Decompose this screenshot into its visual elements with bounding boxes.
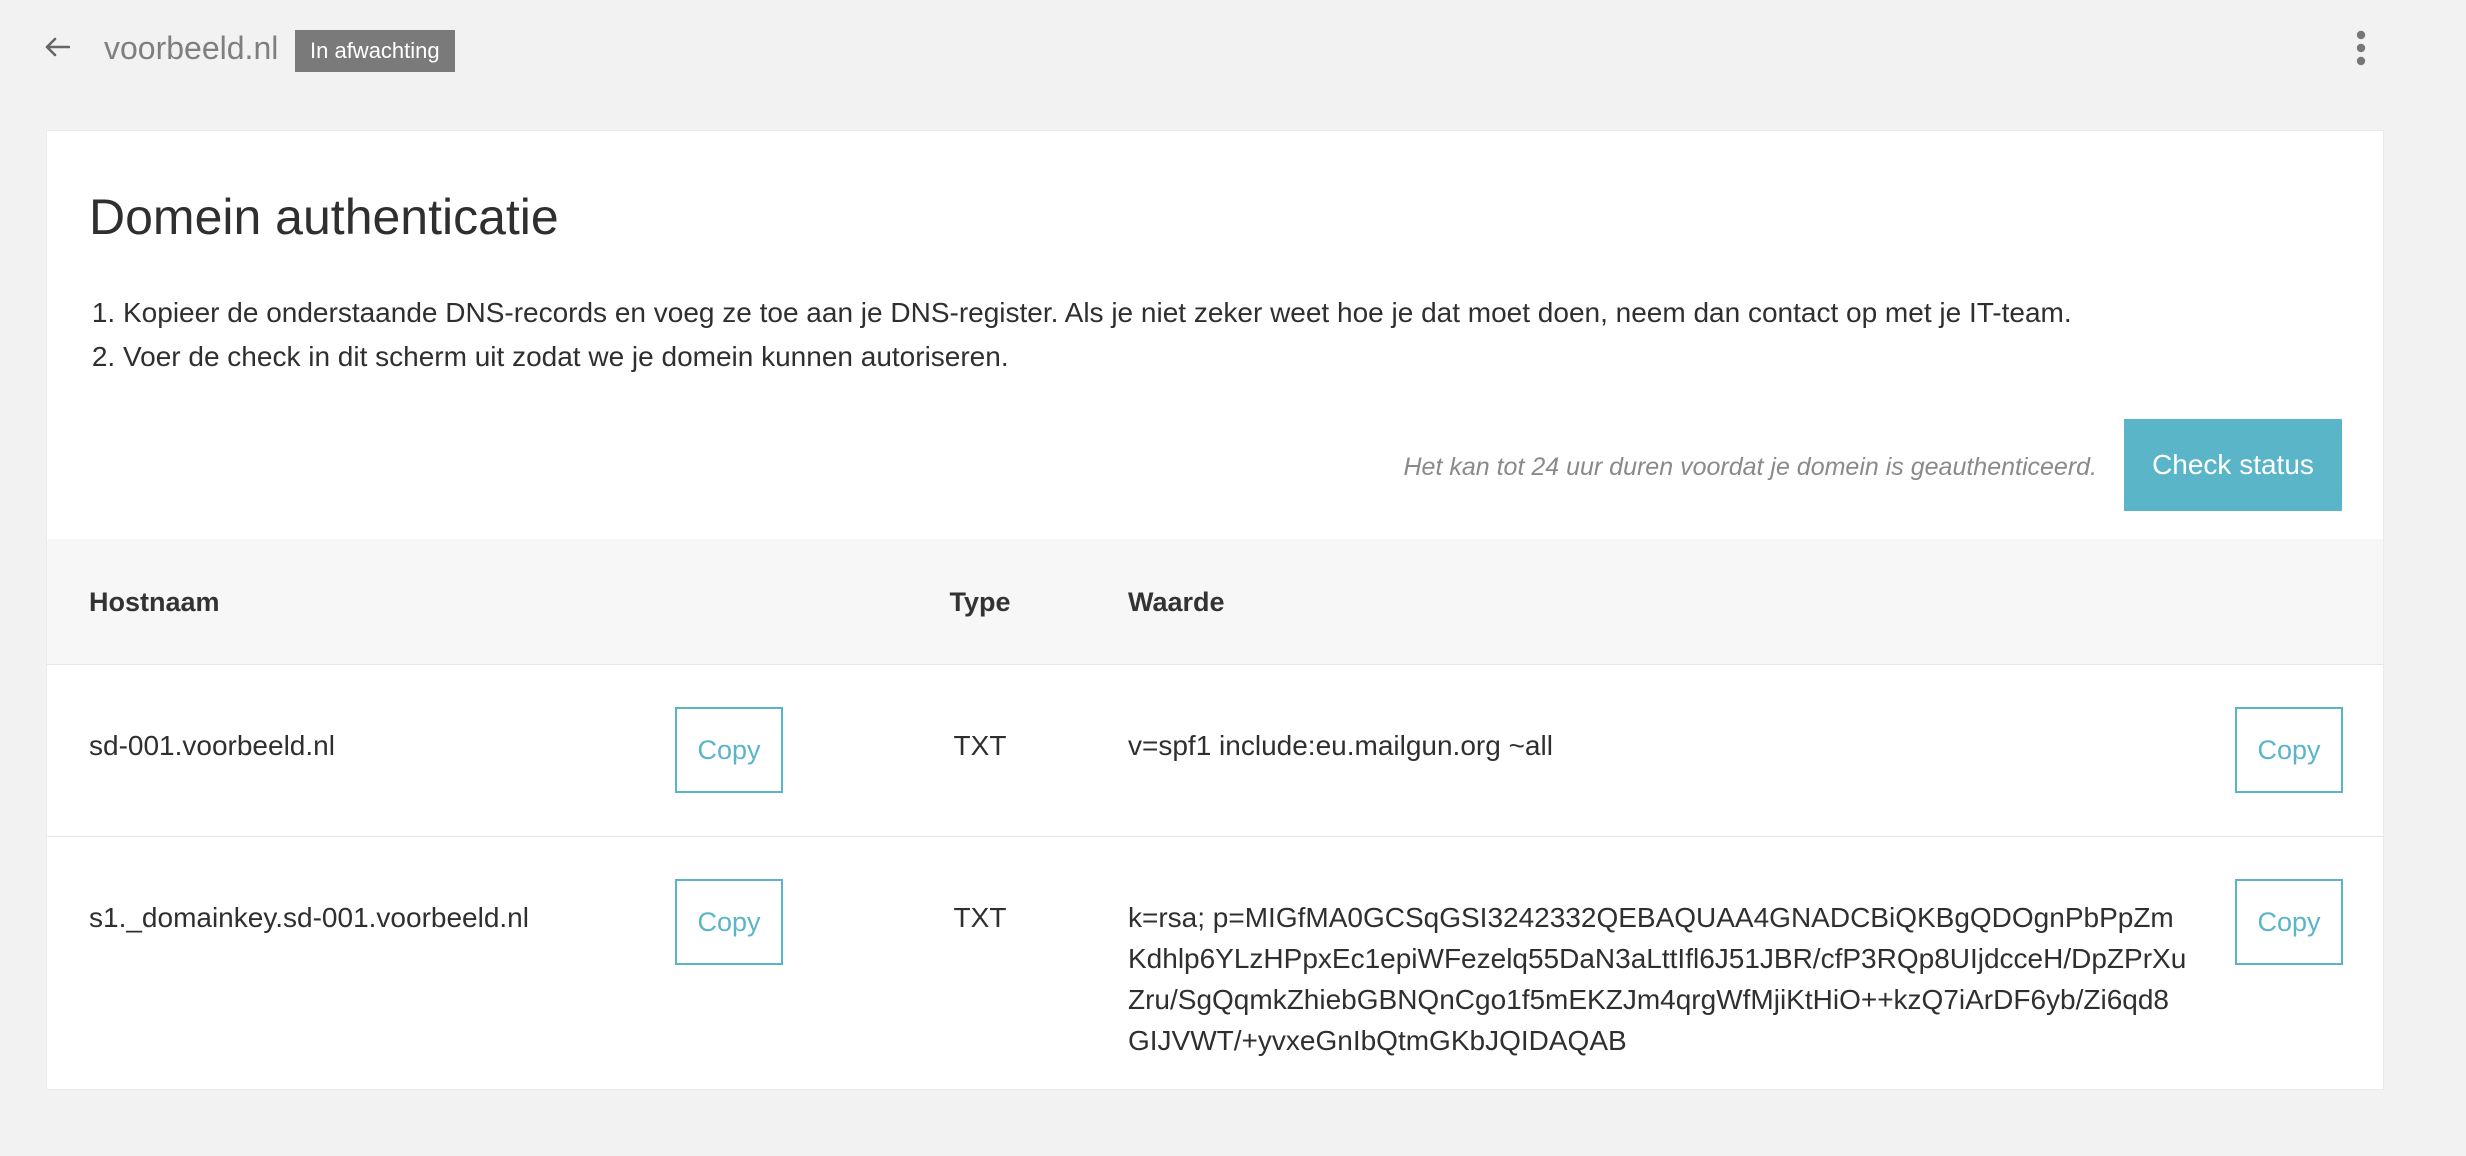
table-row: sd-001.voorbeeld.nl Copy TXT v=spf1 incl… <box>47 665 2383 837</box>
more-vertical-icon <box>2356 30 2366 71</box>
column-header-host: Hostnaam <box>89 587 220 617</box>
value-cell: k=rsa; p=MIGfMA0GCSqGSI3242332QEBAQUAA4G… <box>1128 902 2187 1056</box>
table-row: s1._domainkey.sd-001.voorbeeld.nl Copy T… <box>47 837 2383 1089</box>
check-status-button[interactable]: Check status <box>2124 419 2342 511</box>
back-button[interactable] <box>40 34 74 64</box>
copy-host-button[interactable]: Copy <box>675 879 783 965</box>
host-cell: s1._domainkey.sd-001.voorbeeld.nl <box>89 902 529 933</box>
host-cell: sd-001.voorbeeld.nl <box>89 730 335 761</box>
copy-host-button[interactable]: Copy <box>675 707 783 793</box>
page-title: Domein authenticatie <box>89 189 559 245</box>
domain-name: voorbeeld.nl <box>104 30 279 66</box>
dns-table-header: Hostnaam Type Waarde <box>47 539 2383 665</box>
copy-value-button[interactable]: Copy <box>2235 707 2343 793</box>
type-cell: TXT <box>953 902 1007 933</box>
instruction-step: Kopieer de onderstaande DNS-records en v… <box>123 291 2072 335</box>
copy-value-button[interactable]: Copy <box>2235 879 2343 965</box>
value-cell: v=spf1 include:eu.mailgun.org ~all <box>1128 730 1553 761</box>
instruction-step: Voer de check in dit scherm uit zodat we… <box>123 335 2072 379</box>
authentication-notice: Het kan tot 24 uur duren voordat je dome… <box>1403 453 2098 481</box>
arrow-left-icon <box>44 37 71 62</box>
more-options-button[interactable] <box>2344 30 2378 70</box>
status-badge: In afwachting <box>295 30 455 72</box>
domain-authentication-card: Domein authenticatie Kopieer de ondersta… <box>46 130 2384 1090</box>
column-header-type: Type <box>949 587 1011 617</box>
instruction-steps: Kopieer de onderstaande DNS-records en v… <box>89 291 2072 379</box>
top-bar: voorbeeld.nl In afwachting <box>0 0 2466 100</box>
column-header-value: Waarde <box>1128 587 1225 617</box>
type-cell: TXT <box>953 730 1007 761</box>
